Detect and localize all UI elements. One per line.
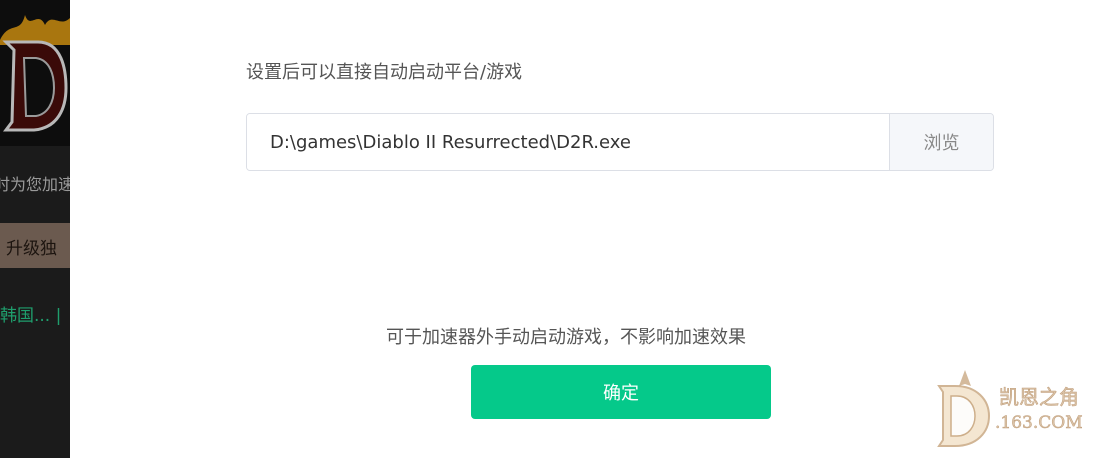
game-banner bbox=[0, 0, 70, 146]
diablo-logo-icon bbox=[0, 15, 70, 132]
acceleration-status-text: 时为您加速 bbox=[0, 175, 70, 194]
manual-launch-hint: 可于加速器外手动启动游戏，不影响加速效果 bbox=[386, 327, 746, 348]
watermark-logo-icon: D 凯恩之角 .163.COM bbox=[937, 370, 1083, 447]
screen: 时为您加速 升级独 韩国... | 设置后可以直接自动启动平台/游戏 浏览 可于… bbox=[0, 0, 1120, 458]
site-watermark: D 凯恩之角 .163.COM bbox=[925, 366, 1110, 452]
background-app-panel: 时为您加速 升级独 韩国... | bbox=[0, 0, 70, 458]
watermark-line1: 凯恩之角 bbox=[999, 385, 1079, 409]
upgrade-button[interactable]: 升级独 bbox=[0, 223, 70, 268]
confirm-button[interactable]: 确定 bbox=[471, 365, 771, 419]
upgrade-label: 升级独 bbox=[6, 239, 57, 259]
watermark-line2: .163.COM bbox=[995, 413, 1083, 433]
